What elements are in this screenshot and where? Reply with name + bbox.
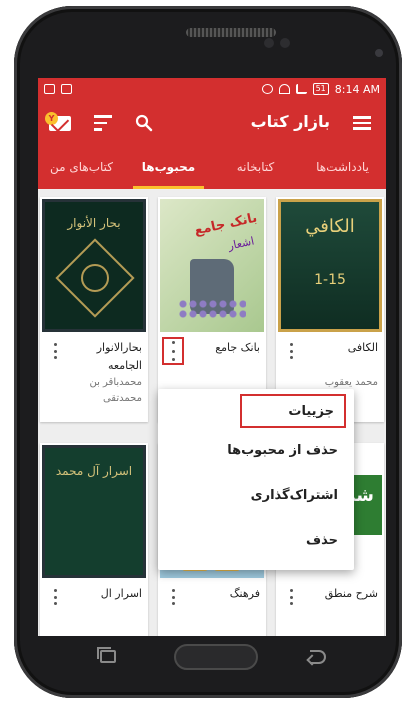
mail-icon: Y: [45, 111, 71, 131]
cover-volumes: 1-15: [314, 272, 346, 288]
recents-nav-icon[interactable]: [97, 647, 116, 663]
tab-library[interactable]: کتابخانه: [212, 145, 299, 189]
book-title: بانک جامع: [215, 341, 260, 354]
sort-icon-line: [94, 128, 102, 131]
tab-notes[interactable]: یادداشت‌ها: [299, 145, 386, 189]
image-notification-icon: [61, 84, 72, 94]
more-vert-icon[interactable]: [284, 341, 298, 361]
book-title: بحارالانوار الجامعه: [96, 341, 142, 372]
status-time: 8:14 AM: [334, 82, 380, 96]
battery-icon: 51: [312, 83, 329, 95]
back-nav-icon[interactable]: [310, 650, 330, 664]
tab-favorites[interactable]: محبوب‌ها: [125, 145, 212, 189]
app-title: بازار کتاب: [250, 112, 330, 131]
menu-item-remove-favorite[interactable]: حذف از محبوب‌ها: [158, 428, 354, 473]
menu-icon: [353, 113, 371, 133]
search-icon: [135, 114, 153, 132]
sort-button[interactable]: [94, 109, 122, 137]
book-author: محمدباقر بن محمدتقی: [89, 377, 142, 404]
app-screen: 51 8:14 AM Y بازار کتاب یاددا: [38, 78, 386, 636]
cover-title: بحار الأنوار: [67, 216, 121, 230]
book-cover[interactable]: الكافي 1-15: [278, 199, 382, 332]
tab-my-books[interactable]: کتاب‌های من: [38, 145, 125, 189]
alarm-icon: [261, 84, 273, 94]
mail-button[interactable]: Y: [45, 109, 74, 137]
status-bar: 51 8:14 AM: [38, 78, 386, 100]
app-bar: Y بازار کتاب: [38, 100, 386, 145]
cover-flowers: [178, 299, 246, 319]
cover-title: الكافي: [305, 216, 355, 237]
book-cover[interactable]: اسرار آل محمد: [42, 445, 146, 578]
more-vert-icon[interactable]: [284, 587, 298, 607]
light-sensor: [280, 38, 290, 48]
more-vert-icon[interactable]: [48, 341, 62, 361]
cover-ornament: [81, 264, 109, 292]
more-vert-icon[interactable]: [162, 337, 184, 365]
menu-item-details[interactable]: جزییات: [240, 394, 346, 428]
notification-icon: [44, 84, 55, 94]
book-card[interactable]: بحار الأنوار بحارالانوار الجامعه محمدباق…: [40, 197, 148, 422]
speaker-grill: [186, 28, 276, 37]
wifi-icon: [278, 84, 290, 94]
book-title: اسرار ال: [100, 587, 142, 600]
menu-button[interactable]: [348, 109, 376, 137]
book-cover[interactable]: بحار الأنوار: [42, 199, 146, 332]
book-cover[interactable]: بانک جامع اشعار: [160, 199, 264, 332]
menu-item-share[interactable]: اشتراک‌گذاری: [158, 473, 354, 518]
more-vert-icon[interactable]: [166, 587, 180, 607]
book-title: الکافی: [347, 341, 378, 354]
home-nav-icon[interactable]: [174, 644, 258, 670]
system-nav-bar: [38, 636, 386, 678]
book-title: شرح منطق: [324, 587, 378, 600]
book-card[interactable]: اسرار آل محمد اسرار ال: [40, 443, 148, 636]
cover-title: اسرار آل محمد: [55, 464, 133, 478]
search-button[interactable]: [130, 109, 158, 137]
menu-item-delete[interactable]: حذف: [158, 518, 354, 563]
proximity-sensor: [264, 38, 274, 48]
book-title: فرهنگ: [229, 587, 260, 600]
signal-icon: [295, 84, 307, 94]
notification-badge: Y: [45, 111, 58, 125]
more-vert-icon[interactable]: [48, 587, 62, 607]
tab-bar: یادداشت‌ها کتابخانه محبوب‌ها کتاب‌های من: [38, 145, 386, 189]
front-camera: [375, 49, 383, 57]
context-menu: جزییات حذف از محبوب‌ها اشتراک‌گذاری حذف: [158, 389, 354, 570]
sort-icon: [94, 115, 112, 118]
sort-icon-line: [94, 121, 107, 125]
cover-subtitle: اشعار: [226, 234, 256, 253]
